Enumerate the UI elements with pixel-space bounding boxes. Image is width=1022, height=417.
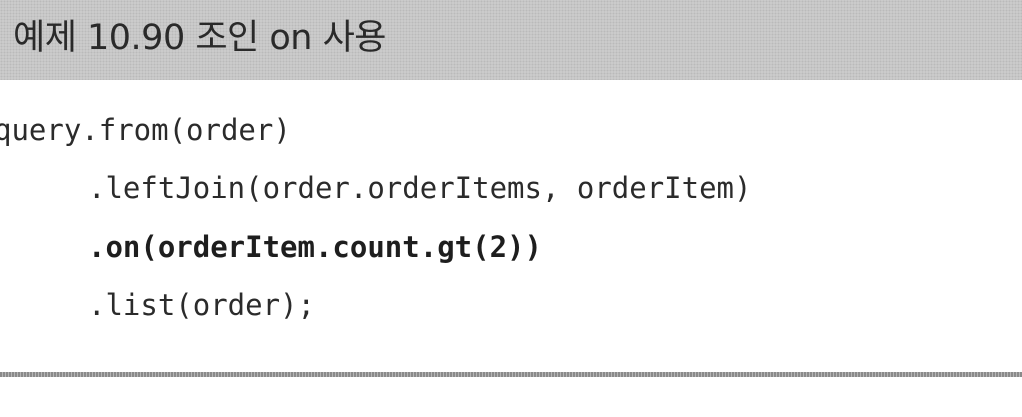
example-title: 예제 10.90 조인 on 사용 [13, 18, 387, 58]
bottom-divider [0, 372, 1022, 377]
code-line: .leftJoin(order.orderItems, orderItem) [88, 171, 752, 205]
example-page: 예제 10.90 조인 on 사용 query.from(order) .lef… [0, 0, 1022, 417]
code-line: query.from(order) [0, 113, 291, 147]
code-line-highlighted: .on(orderItem.count.gt(2)) [88, 230, 542, 264]
code-line: .list(order); [88, 288, 315, 322]
example-title-bar: 예제 10.90 조인 on 사용 [0, 0, 1022, 80]
